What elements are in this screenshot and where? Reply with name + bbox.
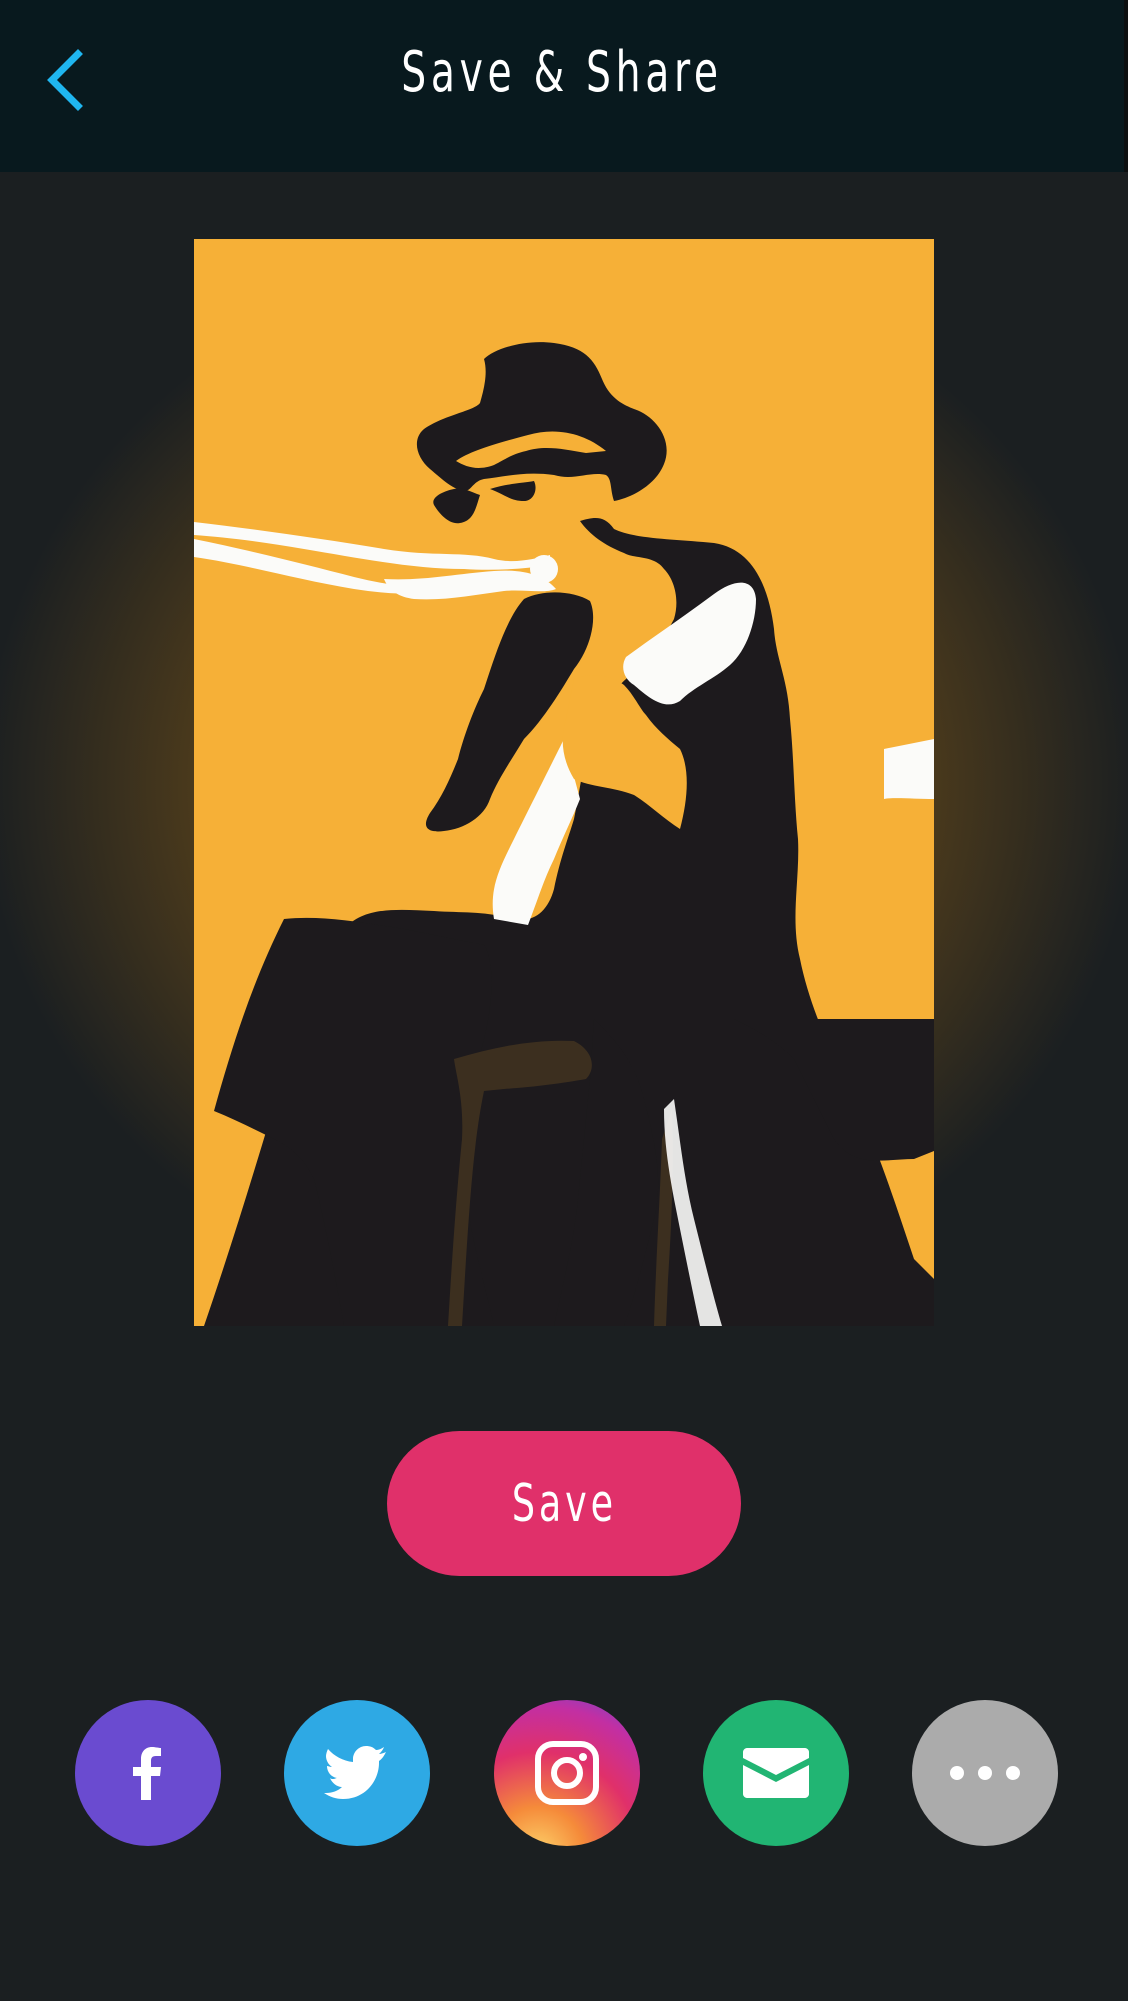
chevron-left-icon <box>47 49 83 111</box>
twitter-icon <box>324 1746 386 1799</box>
email-icon <box>743 1748 809 1798</box>
back-button[interactable] <box>36 44 96 114</box>
share-facebook-button[interactable] <box>75 1700 221 1846</box>
facebook-icon <box>133 1747 161 1800</box>
more-icon <box>950 1766 1020 1780</box>
share-more-button[interactable] <box>912 1700 1058 1846</box>
save-button[interactable]: Save <box>387 1431 741 1576</box>
share-options <box>0 1700 1128 1848</box>
share-twitter-button[interactable] <box>284 1700 430 1846</box>
saxophone-player-illustration <box>194 239 934 1326</box>
top-bar: Save & Share <box>0 0 1128 172</box>
save-share-screen: Save & Share Save <box>0 0 1128 2001</box>
instagram-icon <box>535 1741 599 1805</box>
share-instagram-button[interactable] <box>494 1700 640 1846</box>
share-email-button[interactable] <box>703 1700 849 1846</box>
artwork-preview <box>194 239 934 1326</box>
page-title: Save & Share <box>401 40 723 105</box>
save-button-label: Save <box>511 1473 617 1534</box>
